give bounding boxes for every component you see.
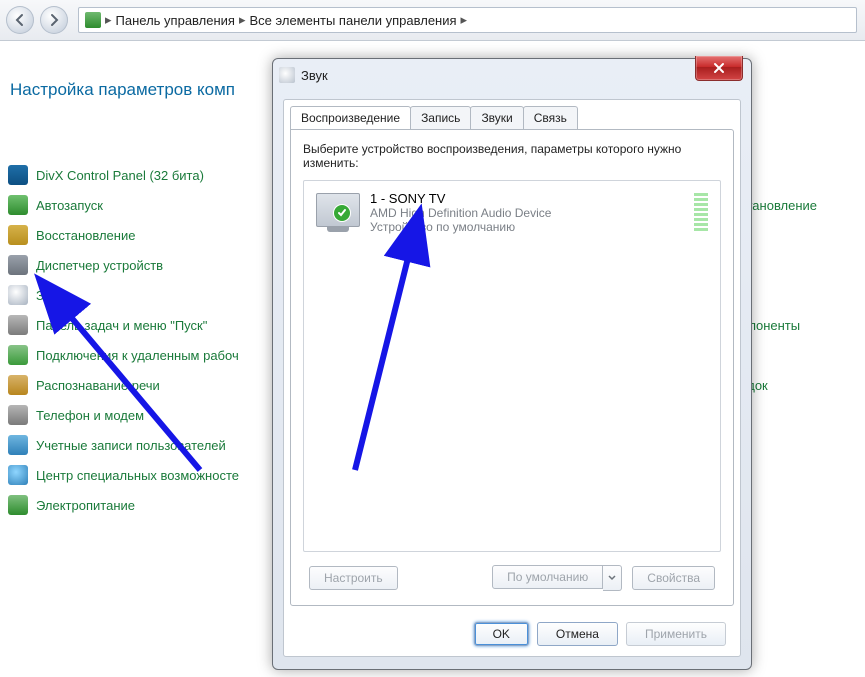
cp-item-label[interactable]: Распознавание речи <box>36 378 160 393</box>
signal-meter <box>694 193 708 231</box>
tab-recording[interactable]: Запись <box>410 106 471 129</box>
device-name: 1 - SONY TV <box>370 191 684 206</box>
taskbar-icon <box>8 315 28 335</box>
chevron-right-icon: ▸ <box>105 12 112 28</box>
cancel-button[interactable]: Отмена <box>537 622 618 646</box>
breadcrumb[interactable]: ▸ Панель управления ▸ Все элементы панел… <box>78 7 857 33</box>
close-icon <box>712 62 726 74</box>
cp-item-label[interactable]: Учетные записи пользователей <box>36 438 226 453</box>
recovery-icon <box>8 225 28 245</box>
dialog-title: Звук <box>301 68 328 83</box>
page-title: Настройка параметров комп <box>10 80 235 100</box>
address-bar: ▸ Панель управления ▸ Все элементы панел… <box>0 0 865 41</box>
sound-dialog: Звук Воспроизведение Запись Звуки Связь … <box>272 58 752 670</box>
apply-button[interactable]: Применить <box>626 622 726 646</box>
nav-forward-button[interactable] <box>40 6 68 34</box>
device-status: Устройство по умолчанию <box>370 220 684 234</box>
properties-button[interactable]: Свойства <box>632 566 715 590</box>
device-list[interactable]: 1 - SONY TV AMD High Definition Audio De… <box>303 180 721 552</box>
tab-playback[interactable]: Воспроизведение <box>290 106 411 129</box>
phone-icon <box>8 405 28 425</box>
close-button[interactable] <box>695 56 743 81</box>
power-icon <box>8 495 28 515</box>
autoplay-icon <box>8 195 28 215</box>
dialog-titlebar[interactable]: Звук <box>273 59 751 91</box>
tabs: Воспроизведение Запись Звуки Связь <box>290 106 577 129</box>
cp-item-label[interactable]: Звук <box>36 288 63 303</box>
cp-item-label[interactable]: Восстановление <box>36 228 135 243</box>
control-panel-icon <box>85 12 101 28</box>
default-check-icon <box>334 205 350 221</box>
cp-item-label[interactable]: Электропитание <box>36 498 135 513</box>
cp-item-label[interactable]: Панель задач и меню "Пуск" <box>36 318 207 333</box>
cp-item-label[interactable]: DivX Control Panel (32 бита) <box>36 168 204 183</box>
set-default-button[interactable]: По умолчанию <box>492 565 603 589</box>
device-row[interactable]: 1 - SONY TV AMD High Definition Audio De… <box>304 181 720 244</box>
device-manager-icon <box>8 255 28 275</box>
cp-item-label[interactable]: Автозапуск <box>36 198 103 213</box>
chevron-down-icon <box>608 575 616 581</box>
remote-icon <box>8 345 28 365</box>
dialog-body: Воспроизведение Запись Звуки Связь Выбер… <box>283 99 741 657</box>
configure-button[interactable]: Настроить <box>309 566 398 590</box>
tab-playback-page: Выберите устройство воспроизведения, пар… <box>290 129 734 606</box>
tab-communications[interactable]: Связь <box>523 106 578 129</box>
instruction-text: Выберите устройство воспроизведения, пар… <box>303 142 721 170</box>
tab-sounds[interactable]: Звуки <box>470 106 523 129</box>
breadcrumb-item[interactable]: Все элементы панели управления <box>250 13 457 28</box>
breadcrumb-item[interactable]: Панель управления <box>116 13 235 28</box>
cp-item-label[interactable]: Телефон и модем <box>36 408 144 423</box>
nav-back-button[interactable] <box>6 6 34 34</box>
chevron-right-icon: ▸ <box>461 12 468 28</box>
set-default-split-button[interactable]: По умолчанию <box>492 565 622 591</box>
ease-icon <box>8 465 28 485</box>
dialog-footer: OK Отмена Применить <box>284 622 740 646</box>
users-icon <box>8 435 28 455</box>
chevron-right-icon: ▸ <box>239 12 246 28</box>
device-text: 1 - SONY TV AMD High Definition Audio De… <box>370 191 684 234</box>
speech-icon <box>8 375 28 395</box>
cp-item-label[interactable]: Диспетчер устройств <box>36 258 163 273</box>
device-driver: AMD High Definition Audio Device <box>370 206 684 220</box>
ok-button[interactable]: OK <box>474 622 529 646</box>
set-default-dropdown[interactable] <box>603 565 622 591</box>
cp-item-label[interactable]: Центр специальных возможносте <box>36 468 239 483</box>
divx-icon <box>8 165 28 185</box>
tabpage-buttons: Настроить По умолчанию Свойства <box>309 565 715 591</box>
sound-icon <box>8 285 28 305</box>
speaker-icon <box>279 67 295 83</box>
cp-item-label[interactable]: Подключения к удаленным рабоч <box>36 348 239 363</box>
